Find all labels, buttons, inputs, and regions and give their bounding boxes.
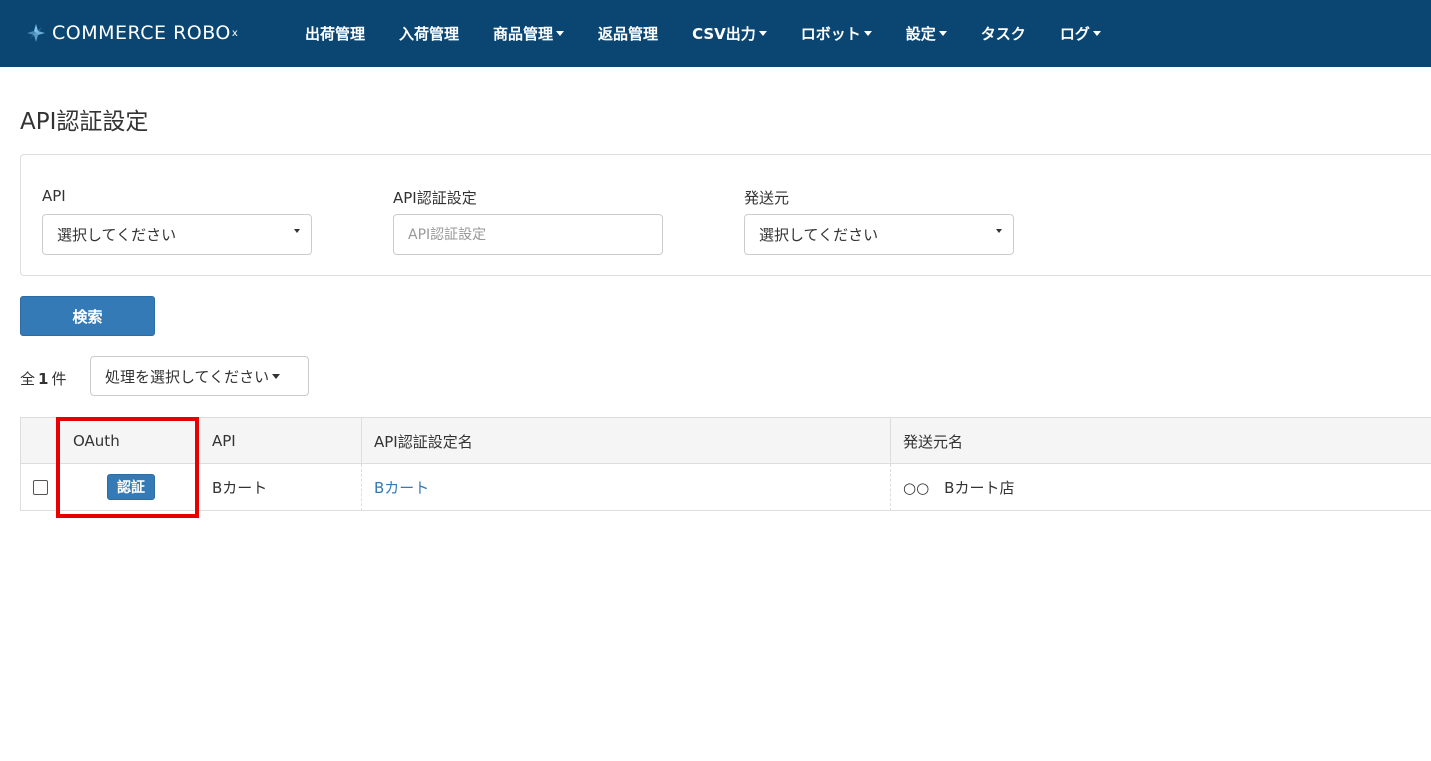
sender-select[interactable]: 選択してください [744,214,1014,255]
oauth-cell: 認証 [61,464,201,510]
top-navbar: COMMERCE ROBO x 出荷管理 入荷管理 商品管理 返品管理 CSV出… [0,0,1431,67]
table-header: OAuth API API認証設定名 発送元名 [21,418,1431,464]
count-suffix: 件 [51,370,67,388]
auth-setting-filter: API認証設定 [393,187,663,255]
column-divider [890,464,891,511]
nav-logs-label: ログ [1059,25,1090,43]
column-divider [890,418,891,463]
auth-setting-input[interactable] [393,214,663,255]
caret-down-icon [556,31,565,36]
nav-returns[interactable]: 返品管理 [581,0,675,67]
column-header-sender-name: 発送元名 [903,432,964,451]
brand-logo[interactable]: COMMERCE ROBO x [26,18,238,48]
nav-csv-export[interactable]: CSV出力 [675,0,784,67]
setting-name-link[interactable]: Bカート [362,464,890,510]
nav-robot[interactable]: ロボット [784,0,889,67]
nav-logs[interactable]: ログ [1043,0,1118,67]
column-header-oauth: OAuth [73,432,120,450]
caret-down-icon [863,31,872,36]
count-value: 1 [38,370,49,388]
nav-tasks-label: タスク [980,25,1026,43]
nav-settings[interactable]: 設定 [889,0,964,67]
api-select[interactable]: 選択してください [42,214,312,255]
api-filter-label: API [42,187,66,205]
brand-sup: x [231,27,238,39]
caret-down-icon [758,31,767,36]
column-header-api: API [212,432,236,450]
nav-receiving-label: 入荷管理 [399,25,460,43]
nav-products[interactable]: 商品管理 [476,0,581,67]
result-count: 全1件 [20,368,66,389]
row-select-cell [21,464,61,510]
table-row: 認証 Bカート Bカート ○○ Bカート店 [21,464,1431,511]
bulk-action-label: 処理を選択してください [105,367,270,386]
page-title: API認証設定 [20,109,149,135]
nav-csv-export-label: CSV出力 [692,25,756,43]
nav-returns-label: 返品管理 [598,25,659,43]
bulk-action-dropdown[interactable]: 処理を選択してください [90,356,309,396]
column-divider [361,464,362,511]
api-select-value: 選択してください [57,226,177,244]
authorize-button[interactable]: 認証 [107,474,155,500]
caret-down-icon [272,373,281,379]
sender-filter: 発送元 選択してください [744,187,1014,255]
api-filter: API 選択してください [42,187,312,255]
caret-down-icon [938,31,947,36]
auth-setting-filter-label: API認証設定 [393,189,477,207]
nav-products-label: 商品管理 [493,25,554,43]
caret-down-icon [1092,31,1101,36]
search-button[interactable]: 検索 [20,296,155,336]
nav-robot-label: ロボット [800,25,861,43]
main-nav: 出荷管理 入荷管理 商品管理 返品管理 CSV出力 ロボット 設定 タスク ログ [288,0,1118,67]
nav-receiving[interactable]: 入荷管理 [382,0,476,67]
caret-down-icon [294,229,300,233]
row-checkbox[interactable] [33,479,48,495]
api-cell: Bカート [212,478,268,497]
nav-shipping[interactable]: 出荷管理 [288,0,382,67]
auth-settings-table: OAuth API API認証設定名 発送元名 認証 Bカート Bカート ○○ … [20,417,1431,511]
filter-panel: API 選択してください API認証設定 発送元 選択してください [20,154,1431,276]
nav-shipping-label: 出荷管理 [305,25,366,43]
column-header-setting-name: API認証設定名 [374,432,473,451]
sender-name-cell: ○○ Bカート店 [903,478,1015,497]
nav-settings-label: 設定 [905,25,936,43]
brand-name: COMMERCE ROBO [52,22,231,44]
column-divider [361,418,362,463]
commerce-robo-logo-icon [27,24,45,42]
sender-filter-label: 発送元 [744,189,790,207]
nav-tasks[interactable]: タスク [964,0,1043,67]
count-prefix: 全 [20,370,36,388]
caret-down-icon [996,229,1002,233]
sender-select-value: 選択してください [759,226,879,244]
